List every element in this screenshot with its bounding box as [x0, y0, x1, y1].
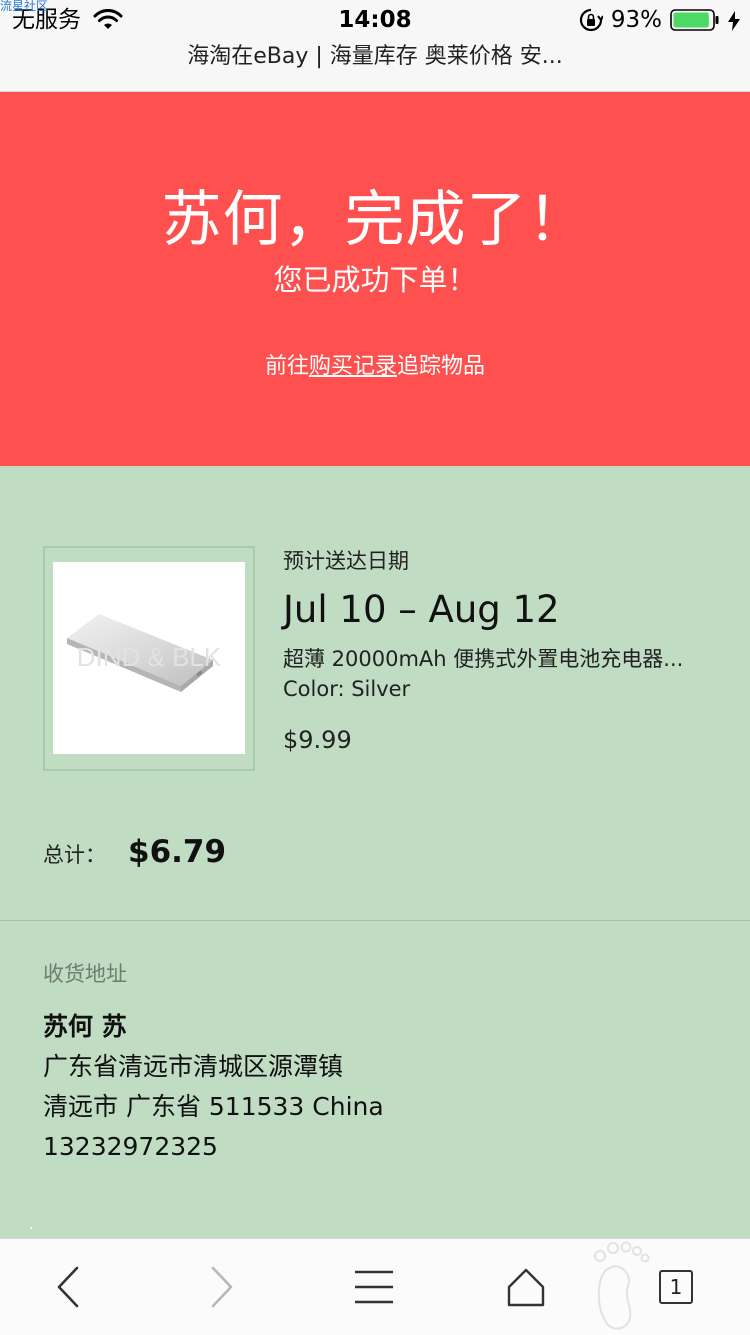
battery-percent: 93%	[610, 7, 662, 33]
total-label: 总计：	[43, 843, 106, 867]
address-bar[interactable]: 海淘在eBay | 海量库存 奥莱价格 安...	[0, 40, 750, 92]
tabs-icon: 1	[659, 1270, 693, 1304]
decorative-dot	[30, 1227, 32, 1229]
shipping-address-heading: 收货地址	[43, 962, 127, 986]
address-line-2: 清远市 广东省 511533 China	[43, 1092, 384, 1121]
delivery-dates: Jul 10 – Aug 12	[283, 588, 560, 631]
back-button[interactable]	[42, 1261, 94, 1313]
corner-watermark: 流星社区	[0, 0, 49, 13]
battery-icon	[670, 8, 720, 32]
phone-number: 13232972325	[43, 1132, 218, 1161]
item-details: 预计送达日期 Jul 10 – Aug 12 超薄 20000mAh 便携式外置…	[283, 546, 723, 756]
back-icon	[57, 1266, 79, 1308]
item-variant: Color: Silver	[283, 677, 411, 701]
forward-icon	[211, 1266, 233, 1308]
order-summary: DIND & BLK 预计送达日期 Jul 10 – Aug 12 超薄 200…	[0, 466, 750, 920]
order-total-row: 总计： $6.79	[43, 834, 226, 870]
forward-button[interactable]	[196, 1261, 248, 1313]
track-prefix: 前往	[264, 354, 309, 379]
tabs-button[interactable]: 1	[650, 1261, 702, 1313]
status-right-group: 93%	[579, 6, 740, 34]
page-title[interactable]: 海淘在eBay | 海量库存 奥莱价格 安...	[0, 42, 750, 72]
shipping-address: 苏何 苏 广东省清远市清城区源潭镇 清远市 广东省 511533 China 1…	[43, 1007, 384, 1167]
rotation-lock-icon	[579, 8, 604, 32]
home-icon	[507, 1268, 545, 1307]
item-price: $9.99	[283, 726, 352, 754]
image-watermark: DIND & BLK	[77, 642, 222, 672]
shipping-address-section: 收货地址 苏何 苏 广东省清远市清城区源潭镇 清远市 广东省 511533 Ch…	[0, 920, 750, 1239]
status-bar: 流星社区 无服务 14:08 93%	[0, 0, 750, 40]
item-thumbnail-frame[interactable]: DIND & BLK	[43, 546, 255, 771]
menu-button[interactable]	[348, 1261, 400, 1313]
confirmation-subtitle: 您已成功下单！	[273, 263, 477, 297]
delivery-label: 预计送达日期	[283, 549, 409, 573]
track-items-line: 前往购买记录追踪物品	[0, 352, 750, 382]
purchase-history-link[interactable]: 购买记录	[309, 354, 397, 379]
footprint-watermark-icon	[594, 1241, 650, 1330]
charging-bolt-icon	[728, 10, 740, 31]
home-button[interactable]	[500, 1261, 552, 1313]
order-confirmation-banner: 苏何，完成了！ 您已成功下单！ 前往购买记录追踪物品	[0, 92, 750, 466]
track-suffix: 追踪物品	[397, 354, 486, 379]
total-value: $6.79	[128, 834, 227, 870]
confirmation-title: 苏何，完成了！	[161, 185, 589, 255]
menu-icon	[355, 1270, 393, 1304]
tabs-count: 1	[669, 1275, 683, 1299]
item-thumbnail[interactable]: DIND & BLK	[53, 562, 245, 754]
power-bank-image: DIND & BLK	[67, 614, 222, 692]
address-line-1: 广东省清远市清城区源潭镇	[43, 1052, 344, 1081]
item-title[interactable]: 超薄 20000mAh 便携式外置电池充电器...	[283, 644, 723, 674]
recipient-name: 苏何 苏	[43, 1012, 127, 1041]
